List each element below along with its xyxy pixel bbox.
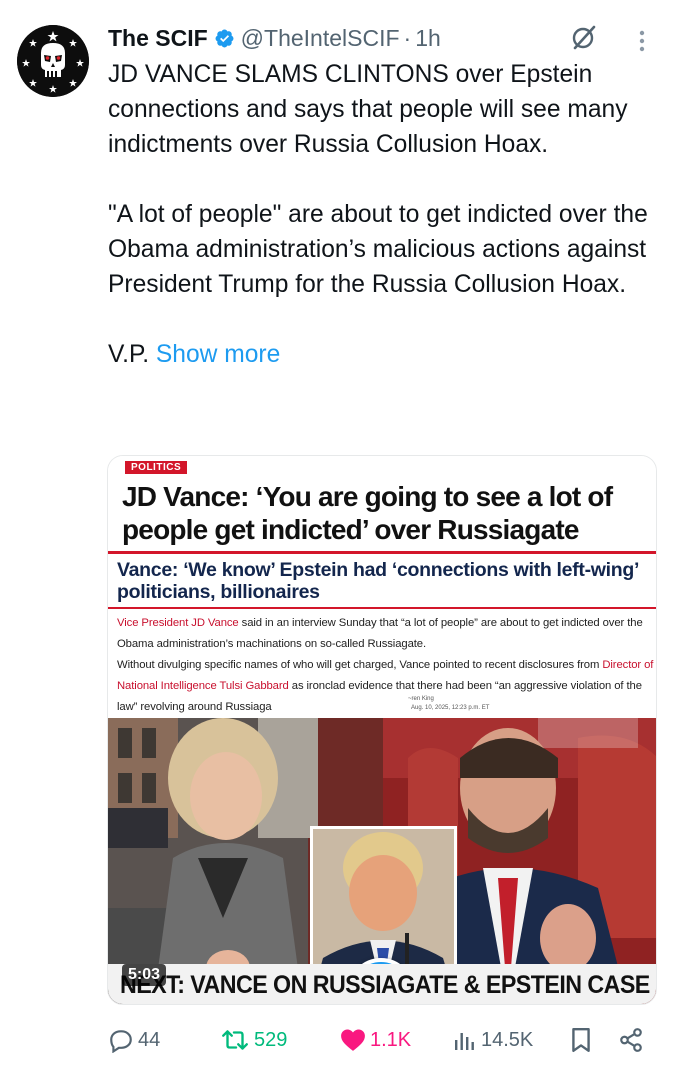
article-date: Aug. 10, 2025, 12:23 p.m. ET — [411, 705, 490, 711]
post-paragraph-2: "A lot of people" are about to get indic… — [108, 201, 648, 298]
video-duration: 5:03 — [122, 964, 167, 986]
video-media[interactable]: POLITICS JD Vance: ‘You are going to see… — [107, 455, 657, 1005]
author-name[interactable]: The SCIF — [108, 25, 208, 52]
article-body-text: Without divulging specific names of who … — [117, 659, 603, 671]
bookmark-icon — [572, 1027, 590, 1053]
article-subhead: Vance: ‘We know’ Epstein had ‘connection… — [117, 559, 639, 603]
views-count: 14.5K — [481, 1028, 534, 1051]
bookmark-button[interactable] — [570, 1021, 592, 1059]
reply-count: 44 — [138, 1028, 161, 1051]
like-count: 1.1K — [370, 1028, 412, 1051]
article-body: Vice President JD Vance said in an inter… — [117, 613, 656, 718]
share-button[interactable] — [618, 1021, 644, 1059]
author-handle[interactable]: @TheIntelSCIF — [241, 25, 400, 52]
next-caption: NEXT: VANCE ON RUSSIAGATE & EPSTEIN CASE — [120, 971, 650, 999]
reply-icon — [110, 1030, 132, 1053]
article-link: Vice President JD Vance — [117, 617, 239, 629]
video-thumbnail — [108, 718, 656, 1004]
more-icon[interactable] — [634, 26, 650, 56]
divider — [108, 551, 656, 554]
like-button[interactable]: 1.1K — [340, 1021, 411, 1059]
reply-button[interactable]: 44 — [108, 1021, 160, 1059]
like-icon — [341, 1029, 365, 1051]
repost-count: 529 — [254, 1028, 288, 1051]
separator-dot: · — [403, 24, 412, 51]
post-text: JD VANCE SLAMS CLINTONS over Epstein con… — [108, 57, 648, 372]
share-icon — [620, 1028, 642, 1052]
action-bar: 44 529 1.1K 14.5K — [108, 1021, 648, 1059]
post-paragraph-1: JD VANCE SLAMS CLINTONS over Epstein con… — [108, 61, 628, 158]
verified-badge-icon — [215, 29, 234, 47]
post-header: The SCIF @TheIntelSCIF · 1h — [108, 22, 441, 54]
repost-icon — [222, 1030, 248, 1050]
views-icon — [455, 1033, 474, 1050]
vp-text: V.P. — [108, 341, 150, 368]
grok-icon[interactable] — [569, 23, 599, 53]
views-button[interactable]: 14.5K — [453, 1021, 533, 1059]
post-time[interactable]: 1h — [415, 25, 441, 52]
article-byline: ~ren King — [408, 696, 434, 702]
avatar[interactable] — [17, 25, 89, 97]
skull-logo-icon — [17, 25, 89, 97]
show-more-link[interactable]: Show more — [156, 341, 280, 368]
article-tag: POLITICS — [125, 461, 188, 474]
repost-button[interactable]: 529 — [220, 1021, 287, 1059]
divider — [108, 607, 656, 609]
article-screenshot: POLITICS JD Vance: ‘You are going to see… — [108, 456, 656, 718]
article-headline: JD Vance: ‘You are going to see a lot of… — [122, 481, 613, 545]
post-paragraph-3: V.P. Show more — [108, 337, 648, 372]
